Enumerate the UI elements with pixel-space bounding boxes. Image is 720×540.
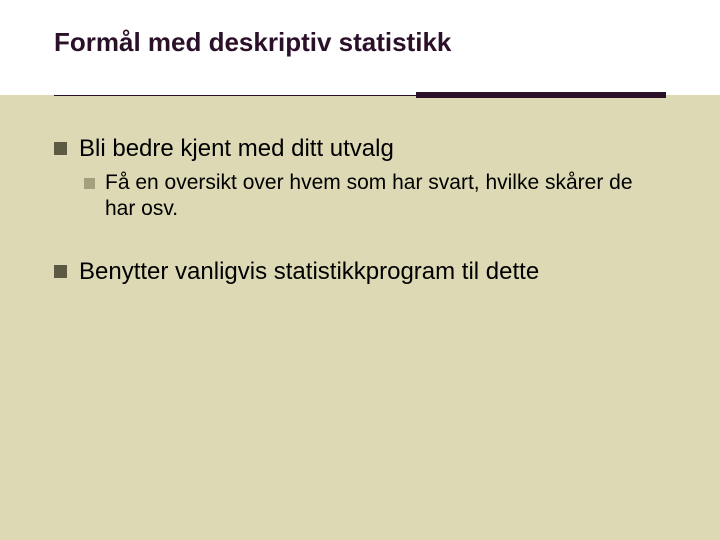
slide-title: Formål med deskriptiv statistikk [54, 28, 666, 58]
square-bullet-icon [84, 178, 95, 189]
title-underline-thick [416, 92, 666, 98]
square-bullet-icon [54, 142, 67, 155]
square-bullet-icon [54, 265, 67, 278]
bullet-level2: Få en oversikt over hvem som har svart, … [84, 170, 666, 223]
bullet-text: Bli bedre kjent med ditt utvalg [79, 134, 666, 164]
slide: Formål med deskriptiv statistikk Bli bed… [0, 0, 720, 540]
title-underline [54, 92, 666, 100]
title-area: Formål med deskriptiv statistikk [54, 28, 666, 58]
body-area: Bli bedre kjent med ditt utvalg Få en ov… [54, 134, 666, 293]
bullet-text: Benytter vanligvis statistikkprogram til… [79, 257, 666, 287]
bullet-text: Få en oversikt over hvem som har svart, … [105, 170, 666, 223]
bullet-level1: Bli bedre kjent med ditt utvalg [54, 134, 666, 164]
bullet-level1: Benytter vanligvis statistikkprogram til… [54, 257, 666, 287]
spacer [54, 229, 666, 257]
